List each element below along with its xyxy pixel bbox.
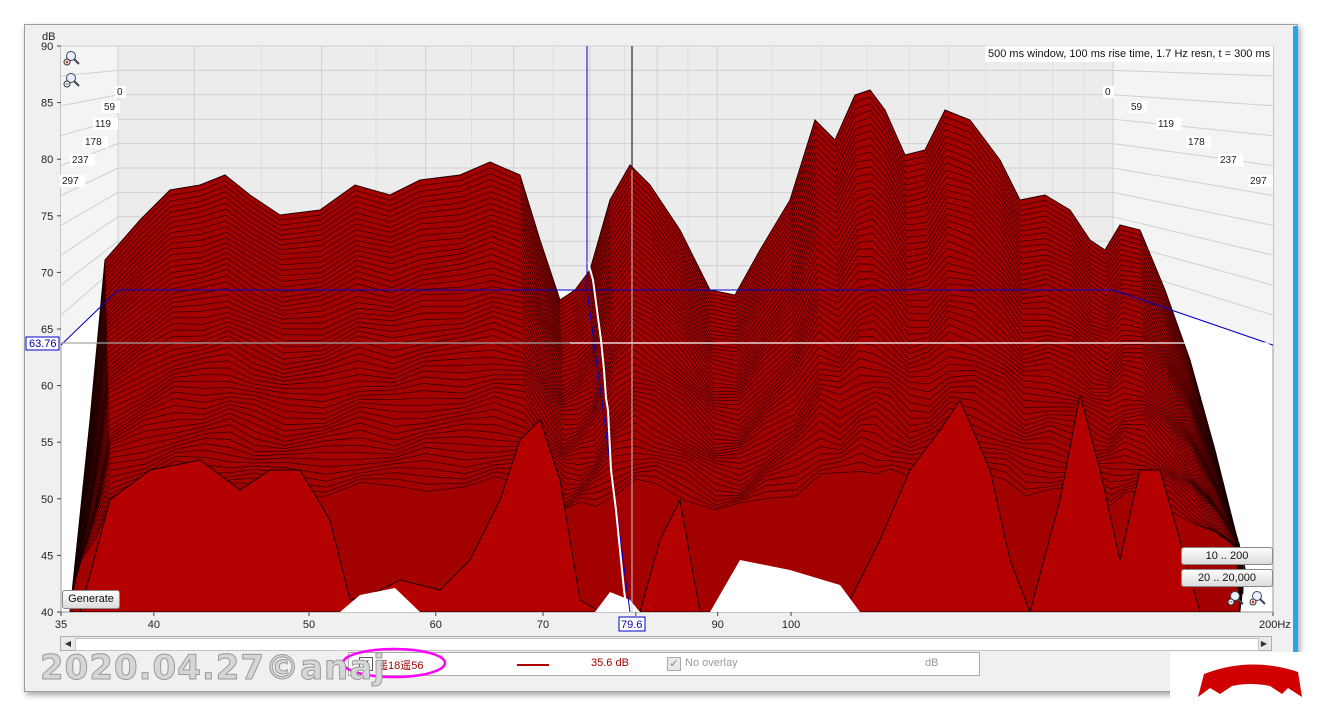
time-label-left: 119 — [95, 119, 111, 130]
y-tick-label: 50 — [41, 494, 53, 506]
x-tick-label: 35 — [55, 619, 67, 631]
y-tick-label: 40 — [41, 607, 53, 619]
waterfall-plot: 9085807570656055504540 dB 35405060708090… — [25, 31, 1291, 632]
time-label-left: 0 — [117, 87, 123, 98]
y-tick-label: 65 — [41, 324, 53, 336]
watermark: 2020.04.27©anaj — [40, 648, 386, 689]
y-tick-label: 70 — [41, 267, 53, 279]
range-20-20000-button[interactable]: 20 .. 20,000 — [1181, 569, 1273, 587]
y-axis: 9085807570656055504540 — [41, 41, 61, 619]
time-label-right: 0 — [1105, 87, 1111, 98]
window-info-text: 500 ms window, 100 ms rise time, 1.7 Hz … — [985, 46, 1274, 62]
x-tick-label: 200Hz — [1259, 619, 1291, 631]
time-label-left: 237 — [72, 155, 89, 166]
x-cursor-value: 79.6 — [621, 619, 642, 631]
x-tick-label: 70 — [537, 619, 549, 631]
overlay-label: No overlay — [685, 657, 738, 669]
range-10-200-button[interactable]: 10 .. 200 — [1181, 547, 1273, 565]
scroll-right-icon[interactable]: ▶ — [1258, 638, 1270, 649]
y-tick-label: 60 — [41, 381, 53, 393]
time-label-right: 119 — [1158, 119, 1174, 130]
x-tick-label: 40 — [148, 619, 160, 631]
time-label-left: 178 — [85, 137, 102, 148]
y-axis-unit: dB — [42, 31, 55, 43]
x-tick-label: 50 — [303, 619, 315, 631]
overlay-checkbox[interactable]: ✓ — [667, 657, 681, 671]
x-axis: 35405060708090100200Hz — [55, 612, 1291, 631]
y-tick-label: 85 — [41, 98, 53, 110]
time-label-right: 178 — [1188, 137, 1205, 148]
generate-button[interactable]: Generate — [62, 590, 120, 609]
y-tick-label: 55 — [41, 437, 53, 449]
y-cursor-value: 63.76 — [29, 338, 57, 350]
x-tick-label: 90 — [712, 619, 724, 631]
time-label-left: 59 — [104, 102, 116, 113]
trace-value: 35.6 dB — [591, 657, 629, 669]
x-tick-label: 100 — [782, 619, 800, 631]
corner-thumbnail — [1170, 652, 1320, 714]
overlay-unit: dB — [925, 657, 939, 669]
time-label-right: 59 — [1131, 102, 1143, 113]
time-label-left: 297 — [62, 176, 79, 187]
trace-line-swatch — [517, 664, 549, 666]
time-label-right: 297 — [1250, 176, 1267, 187]
y-tick-label: 80 — [41, 154, 53, 166]
y-tick-label: 75 — [41, 211, 53, 223]
time-label-right: 237 — [1220, 155, 1237, 166]
y-tick-label: 45 — [41, 550, 53, 562]
x-tick-label: 60 — [430, 619, 442, 631]
